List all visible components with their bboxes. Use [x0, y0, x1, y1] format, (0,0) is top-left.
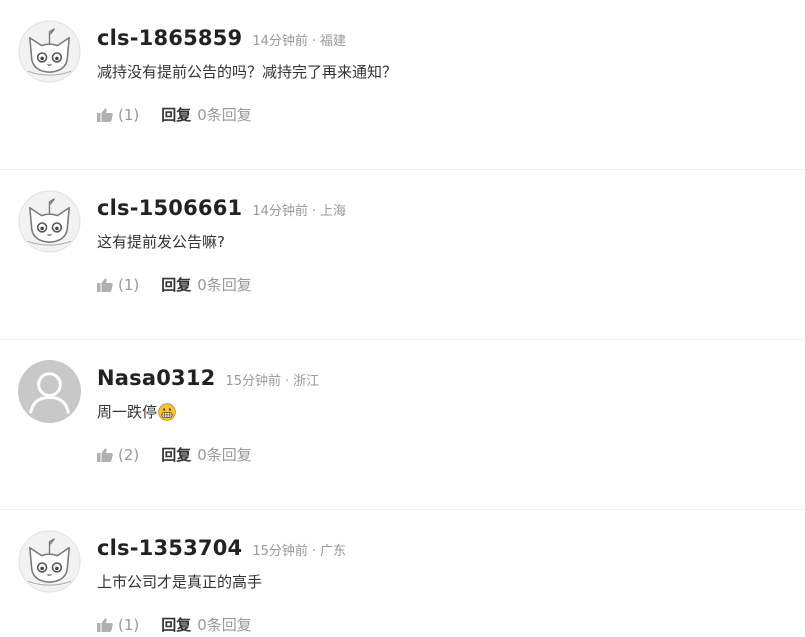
thumbs-up-icon — [97, 617, 113, 632]
time: 15分钟前 — [225, 374, 282, 389]
meta-separator: · — [311, 204, 317, 219]
reply-button[interactable]: 回复 — [161, 274, 191, 295]
comment-body: 这有提前发公告嘛? — [97, 233, 225, 251]
username[interactable]: cls-1353704 — [97, 536, 242, 560]
like-count: (1) — [118, 105, 140, 124]
grimace-emoji-icon — [158, 402, 176, 421]
thumbs-up-icon — [97, 107, 113, 122]
reply-count-link[interactable]: 0条回复 — [197, 104, 252, 125]
comment-header: cls-1865859 14分钟前 · 福建 — [97, 26, 346, 50]
username[interactable]: Nasa0312 — [97, 366, 215, 390]
meta-separator: · — [311, 34, 317, 49]
like-button[interactable]: (2) — [97, 446, 139, 464]
comment-body: 减持没有提前公告的吗？减持完了再来通知？ — [97, 63, 398, 81]
comment-list: cls-1865859 14分钟前 · 福建 减持没有提前公告的吗？减持完了再来通知… — [0, 0, 805, 637]
comment-meta: 14分钟前 · 上海 — [252, 200, 346, 219]
comment-meta: 14分钟前 · 福建 — [252, 30, 346, 49]
comment-actions: (2) 回复 0条回复 — [97, 444, 252, 465]
cat-avatar-icon[interactable] — [18, 20, 81, 83]
reply-count-link[interactable]: 0条回复 — [197, 444, 252, 465]
reply-button[interactable]: 回复 — [161, 444, 191, 465]
comment-text: 周一跌停 — [97, 401, 176, 422]
reply-button[interactable]: 回复 — [161, 614, 191, 635]
comment-actions: (1) 回复 0条回复 — [97, 104, 252, 125]
comment-meta: 15分钟前 · 广东 — [252, 540, 346, 559]
location: 广东 — [320, 544, 347, 559]
comment-header: cls-1506661 14分钟前 · 上海 — [97, 196, 346, 220]
comment-header: cls-1353704 15分钟前 · 广东 — [97, 536, 346, 560]
like-button[interactable]: (1) — [97, 106, 139, 124]
comment-item: cls-1865859 14分钟前 · 福建 减持没有提前公告的吗？减持完了再来通知… — [0, 0, 805, 170]
reply-button[interactable]: 回复 — [161, 104, 191, 125]
cat-avatar-icon[interactable] — [18, 190, 81, 253]
like-button[interactable]: (1) — [97, 616, 139, 634]
comment-text: 减持没有提前公告的吗？减持完了再来通知？ — [97, 61, 397, 82]
location: 福建 — [320, 34, 347, 49]
time: 15分钟前 — [252, 544, 308, 559]
location: 上海 — [320, 204, 347, 219]
comment-text: 上市公司才是真正的高手 — [97, 571, 262, 592]
comment-item: Nasa0312 15分钟前 · 浙江 周一跌停 (2) 回复 0条回复 — [0, 340, 805, 510]
comment-item: cls-1506661 14分钟前 · 上海 这有提前发公告嘛? (1) 回复 0条… — [0, 170, 805, 340]
like-count: (1) — [118, 275, 140, 294]
comment-meta: 15分钟前 · 浙江 — [225, 370, 319, 389]
time: 14分钟前 — [252, 34, 308, 49]
like-button[interactable]: (1) — [97, 276, 139, 294]
comment-header: Nasa0312 15分钟前 · 浙江 — [97, 366, 319, 390]
username[interactable]: cls-1865859 — [97, 26, 242, 50]
default-user-avatar-icon[interactable] — [18, 360, 81, 423]
thumbs-up-icon — [97, 447, 113, 462]
reply-count-link[interactable]: 0条回复 — [197, 614, 252, 635]
thumbs-up-icon — [97, 277, 113, 292]
comment-actions: (1) 回复 0条回复 — [97, 274, 252, 295]
comment-body: 上市公司才是真正的高手 — [97, 573, 263, 591]
location: 浙江 — [293, 374, 320, 389]
like-count: (1) — [118, 615, 140, 634]
username[interactable]: cls-1506661 — [97, 196, 242, 220]
comment-actions: (1) 回复 0条回复 — [97, 614, 252, 635]
cat-avatar-icon[interactable] — [18, 530, 81, 593]
reply-count-link[interactable]: 0条回复 — [197, 274, 252, 295]
comment-item: cls-1353704 15分钟前 · 广东 上市公司才是真正的高手 (1) 回复 … — [0, 510, 805, 637]
comment-text: 这有提前发公告嘛? — [97, 231, 225, 252]
comment-body: 周一跌停 — [97, 403, 158, 421]
meta-separator: · — [285, 374, 290, 389]
time: 14分钟前 — [252, 204, 308, 219]
meta-separator: · — [311, 544, 317, 559]
like-count: (2) — [118, 445, 140, 464]
